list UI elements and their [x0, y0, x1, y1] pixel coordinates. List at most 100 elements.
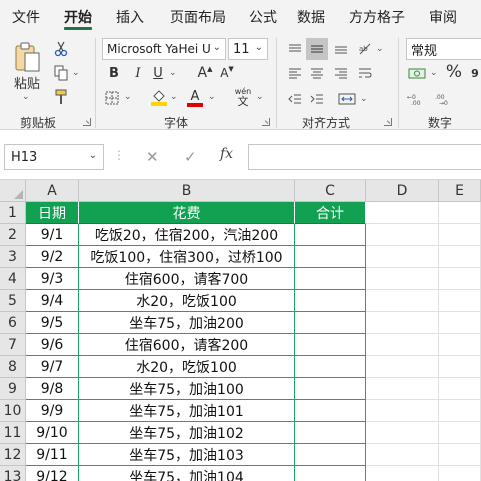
empty-cell[interactable]	[439, 400, 481, 422]
row-header[interactable]: 1	[0, 202, 26, 224]
paste-dropdown-icon[interactable]: ⌄	[22, 92, 30, 102]
grow-font-button[interactable]: A ▲	[196, 64, 214, 82]
table-cell[interactable]	[295, 334, 366, 356]
font-color-button[interactable]: A	[186, 88, 204, 108]
column-header-a[interactable]: A	[26, 180, 79, 202]
name-box[interactable]: H13 ⌄	[4, 144, 104, 170]
row-header[interactable]: 12	[0, 444, 26, 466]
table-cell[interactable]: 吃饭20，住宿200，汽油200	[79, 224, 295, 246]
fill-color-dropdown-icon[interactable]: ⌄	[170, 92, 178, 102]
row-header[interactable]: 8	[0, 356, 26, 378]
align-center-icon[interactable]	[308, 64, 326, 82]
tab-page-layout[interactable]: 页面布局	[156, 0, 240, 34]
format-painter-icon[interactable]	[52, 88, 70, 106]
empty-cell[interactable]	[439, 268, 481, 290]
table-cell[interactable]	[295, 400, 366, 422]
column-header-b[interactable]: B	[79, 180, 295, 202]
header-cell[interactable]: 日期	[26, 202, 79, 224]
row-header[interactable]: 11	[0, 422, 26, 444]
borders-dropdown-icon[interactable]: ⌄	[124, 92, 132, 102]
table-cell[interactable]: 9/7	[26, 356, 79, 378]
table-cell[interactable]: 水20，吃饭100	[79, 356, 295, 378]
orientation-dropdown-icon[interactable]: ⌄	[376, 44, 384, 54]
decrease-decimal-icon[interactable]: .00 →0	[434, 90, 458, 108]
comma-style-icon[interactable]: 9	[468, 64, 481, 82]
empty-cell[interactable]	[439, 224, 481, 246]
empty-cell[interactable]	[366, 334, 439, 356]
merge-center-icon[interactable]	[336, 90, 358, 108]
table-cell[interactable]: 坐车75，加油101	[79, 400, 295, 422]
table-cell[interactable]: 9/2	[26, 246, 79, 268]
row-header[interactable]: 4	[0, 268, 26, 290]
row-header[interactable]: 2	[0, 224, 26, 246]
table-cell[interactable]: 9/4	[26, 290, 79, 312]
row-header[interactable]: 3	[0, 246, 26, 268]
table-cell[interactable]: 坐车75，加油100	[79, 378, 295, 400]
row-header[interactable]: 13	[0, 466, 26, 481]
row-header[interactable]: 7	[0, 334, 26, 356]
align-middle-icon[interactable]	[306, 38, 328, 60]
table-cell[interactable]	[295, 466, 366, 481]
italic-button[interactable]: I	[130, 64, 146, 82]
empty-cell[interactable]	[366, 422, 439, 444]
tab-data[interactable]: 数据	[286, 0, 336, 34]
font-size-select[interactable]: 11 ⌄	[228, 38, 268, 60]
empty-cell[interactable]	[366, 202, 439, 224]
table-cell[interactable]: 水20，吃饭100	[79, 290, 295, 312]
tab-fangfang[interactable]: 方方格子	[336, 0, 418, 34]
table-cell[interactable]: 9/9	[26, 400, 79, 422]
empty-cell[interactable]	[439, 312, 481, 334]
table-cell[interactable]: 9/1	[26, 224, 79, 246]
align-left-icon[interactable]	[286, 64, 304, 82]
empty-cell[interactable]	[366, 400, 439, 422]
empty-cell[interactable]	[366, 312, 439, 334]
column-header-d[interactable]: D	[366, 180, 439, 202]
font-color-dropdown-icon[interactable]: ⌄	[208, 92, 216, 102]
row-header[interactable]: 10	[0, 400, 26, 422]
paste-label[interactable]: 粘贴	[10, 74, 44, 92]
table-cell[interactable]	[295, 268, 366, 290]
empty-cell[interactable]	[439, 466, 481, 481]
align-right-icon[interactable]	[332, 64, 350, 82]
table-cell[interactable]: 9/10	[26, 422, 79, 444]
bold-button[interactable]: B	[106, 64, 122, 82]
phonetic-button[interactable]: wén 文	[232, 88, 254, 108]
underline-dropdown-icon[interactable]: ⌄	[169, 68, 177, 78]
table-cell[interactable]: 坐车75，加油104	[79, 466, 295, 481]
align-bottom-icon[interactable]	[332, 40, 350, 58]
decrease-indent-icon[interactable]	[286, 90, 304, 108]
cut-icon[interactable]	[52, 40, 70, 58]
row-header[interactable]: 5	[0, 290, 26, 312]
percent-style-button[interactable]: %	[444, 62, 464, 82]
insert-function-icon[interactable]: fx	[220, 146, 233, 162]
empty-cell[interactable]	[439, 290, 481, 312]
empty-cell[interactable]	[439, 356, 481, 378]
table-cell[interactable]: 9/3	[26, 268, 79, 290]
table-cell[interactable]: 住宿600，请客700	[79, 268, 295, 290]
table-cell[interactable]: 坐车75，加油200	[79, 312, 295, 334]
empty-cell[interactable]	[366, 444, 439, 466]
clipboard-launcher-icon[interactable]	[83, 118, 91, 126]
borders-icon[interactable]	[104, 90, 120, 106]
font-launcher-icon[interactable]	[262, 118, 270, 126]
paste-icon[interactable]	[12, 40, 42, 74]
underline-button[interactable]: U	[150, 64, 166, 82]
wrap-text-icon[interactable]	[356, 64, 374, 82]
row-header[interactable]: 6	[0, 312, 26, 334]
empty-cell[interactable]	[439, 202, 481, 224]
tab-home[interactable]: 开始	[52, 0, 104, 34]
copy-dropdown-icon[interactable]: ⌄	[72, 68, 80, 78]
merge-dropdown-icon[interactable]: ⌄	[360, 94, 368, 104]
column-header-c[interactable]: C	[295, 180, 366, 202]
table-cell[interactable]: 吃饭100，住宿300，过桥100	[79, 246, 295, 268]
copy-icon[interactable]	[52, 64, 70, 82]
empty-cell[interactable]	[366, 224, 439, 246]
table-cell[interactable]	[295, 224, 366, 246]
header-cell[interactable]: 合计	[295, 202, 366, 224]
tab-review[interactable]: 审阅	[418, 0, 468, 34]
empty-cell[interactable]	[439, 378, 481, 400]
empty-cell[interactable]	[439, 422, 481, 444]
empty-cell[interactable]	[366, 466, 439, 481]
enter-icon[interactable]: ✓	[184, 148, 197, 166]
font-family-select[interactable]: Microsoft YaHei UI ⌄	[102, 38, 226, 60]
